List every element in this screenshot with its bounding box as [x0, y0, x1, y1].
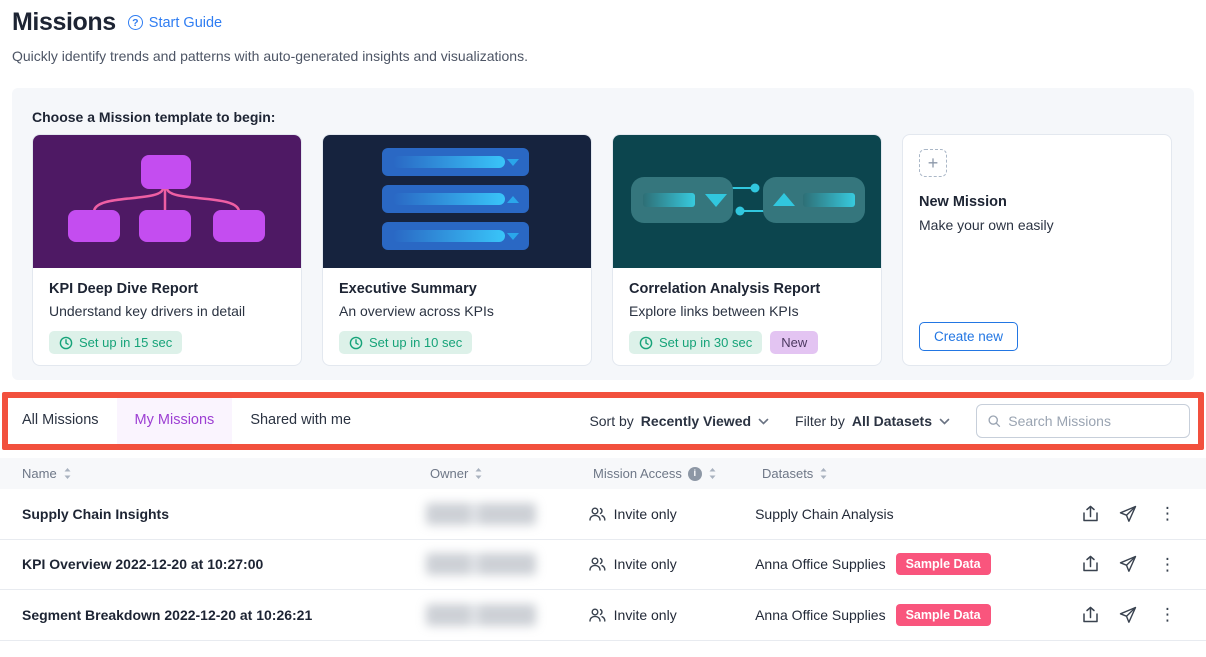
access-label: Invite only	[614, 506, 677, 522]
page-title: Missions	[12, 8, 116, 37]
owner-name-blurred	[426, 503, 536, 525]
table-header-row: Name Owner Mission Access i Datasets	[0, 458, 1206, 489]
sample-data-badge: Sample Data	[896, 553, 991, 575]
filter-dropdown[interactable]: Filter by All Datasets	[795, 413, 950, 429]
chevron-down-icon	[939, 418, 950, 425]
access-label: Invite only	[614, 607, 677, 623]
new-badge: New	[770, 331, 818, 354]
sort-value: Recently Viewed	[641, 413, 751, 429]
template-cards: KPI Deep Dive Report Understand key driv…	[32, 134, 1172, 366]
kebab-menu-icon[interactable]: ⋮	[1157, 556, 1178, 573]
send-icon[interactable]	[1119, 555, 1137, 573]
clock-icon	[59, 336, 73, 350]
export-icon[interactable]	[1082, 606, 1099, 624]
card-description: Explore links between KPIs	[629, 303, 865, 319]
people-icon	[588, 607, 606, 623]
filter-value: All Datasets	[852, 413, 932, 429]
missions-toolbar: All Missions My Missions Shared with me …	[0, 392, 1206, 450]
missions-tabs: All Missions My Missions Shared with me	[22, 392, 369, 450]
export-icon[interactable]	[1082, 505, 1099, 523]
search-box	[976, 404, 1190, 438]
template-panel-heading: Choose a Mission template to begin:	[32, 109, 275, 125]
sample-data-badge: Sample Data	[896, 604, 991, 626]
missions-page: Missions ? Start Guide Quickly identify …	[0, 0, 1206, 657]
sort-arrows-icon	[63, 467, 72, 480]
send-icon[interactable]	[1119, 606, 1137, 624]
sort-arrows-icon	[819, 467, 828, 480]
chevron-down-icon	[758, 418, 769, 425]
setup-time-badge: Set up in 10 sec	[339, 331, 472, 354]
column-header-owner[interactable]: Owner	[430, 466, 593, 481]
owner-name-blurred	[426, 553, 536, 575]
mission-name-link[interactable]: Supply Chain Insights	[22, 506, 169, 522]
create-new-button[interactable]: Create new	[919, 322, 1018, 351]
linked-nodes-thumbnail	[613, 135, 881, 268]
access-label: Invite only	[614, 556, 677, 572]
template-card-executive-summary[interactable]: Executive Summary An overview across KPI…	[322, 134, 592, 366]
sort-dropdown[interactable]: Sort by Recently Viewed	[589, 413, 769, 429]
page-subtitle: Quickly identify trends and patterns wit…	[12, 48, 528, 64]
card-title: Correlation Analysis Report	[629, 281, 865, 297]
column-header-mission-access[interactable]: Mission Access i	[593, 466, 717, 481]
template-card-correlation-analysis[interactable]: Correlation Analysis Report Explore link…	[612, 134, 882, 366]
start-guide-label: Start Guide	[149, 15, 222, 31]
kebab-menu-icon[interactable]: ⋮	[1157, 505, 1178, 522]
start-guide-link[interactable]: ? Start Guide	[128, 15, 222, 31]
dataset-label: Anna Office Supplies	[755, 607, 886, 623]
template-card-new-mission[interactable]: + New Mission Make your own easily Creat…	[902, 134, 1172, 366]
table-row[interactable]: Supply Chain Insights Invite only Supply…	[0, 489, 1206, 540]
setup-time-badge: Set up in 15 sec	[49, 331, 182, 354]
tab-shared-with-me[interactable]: Shared with me	[232, 392, 369, 450]
people-icon	[588, 556, 606, 572]
filter-prefix: Filter by	[795, 413, 845, 429]
export-icon[interactable]	[1082, 555, 1099, 573]
search-icon	[987, 413, 1001, 429]
column-header-name[interactable]: Name	[22, 466, 430, 481]
sort-prefix: Sort by	[589, 413, 633, 429]
question-circle-icon: ?	[128, 15, 143, 30]
setup-time-label: Set up in 30 sec	[659, 335, 752, 350]
table-row[interactable]: Segment Breakdown 2022-12-20 at 10:26:21…	[0, 590, 1206, 641]
dataset-label: Anna Office Supplies	[755, 556, 886, 572]
sort-arrows-icon	[708, 467, 717, 480]
card-description: Understand key drivers in detail	[49, 303, 285, 319]
dataset-label: Supply Chain Analysis	[755, 506, 894, 522]
setup-time-label: Set up in 15 sec	[79, 335, 172, 350]
tab-all-missions[interactable]: All Missions	[22, 392, 117, 450]
clock-icon	[349, 336, 363, 350]
dropdown-bars-thumbnail	[323, 135, 591, 268]
new-mission-title: New Mission	[919, 194, 1155, 210]
card-title: KPI Deep Dive Report	[49, 281, 285, 297]
people-icon	[588, 506, 606, 522]
template-card-kpi-deep-dive[interactable]: KPI Deep Dive Report Understand key driv…	[32, 134, 302, 366]
mission-name-link[interactable]: Segment Breakdown 2022-12-20 at 10:26:21	[22, 607, 312, 623]
kebab-menu-icon[interactable]: ⋮	[1157, 606, 1178, 623]
template-panel: Choose a Mission template to begin: KPI …	[12, 88, 1194, 380]
setup-time-badge: Set up in 30 sec	[629, 331, 762, 354]
card-title: Executive Summary	[339, 281, 575, 297]
mission-name-link[interactable]: KPI Overview 2022-12-20 at 10:27:00	[22, 556, 263, 572]
plus-icon: +	[919, 149, 947, 177]
card-description: An overview across KPIs	[339, 303, 575, 319]
send-icon[interactable]	[1119, 505, 1137, 523]
tree-diagram-thumbnail	[33, 135, 301, 268]
owner-name-blurred	[426, 604, 536, 626]
tab-my-missions[interactable]: My Missions	[117, 392, 233, 450]
info-icon[interactable]: i	[688, 467, 702, 481]
missions-table: Name Owner Mission Access i Datasets Sup…	[0, 458, 1206, 641]
clock-icon	[639, 336, 653, 350]
table-row[interactable]: KPI Overview 2022-12-20 at 10:27:00 Invi…	[0, 540, 1206, 591]
new-mission-description: Make your own easily	[919, 217, 1155, 233]
column-header-datasets[interactable]: Datasets	[762, 466, 828, 481]
page-header: Missions ? Start Guide Quickly identify …	[12, 8, 528, 64]
sort-arrows-icon	[474, 467, 483, 480]
setup-time-label: Set up in 10 sec	[369, 335, 462, 350]
search-input[interactable]	[1008, 413, 1179, 429]
